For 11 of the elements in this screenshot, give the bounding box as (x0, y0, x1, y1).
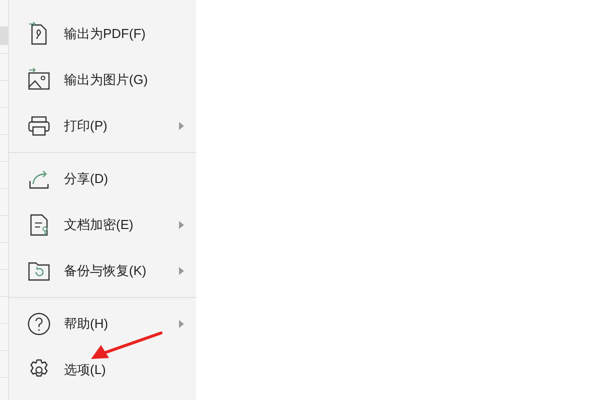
printer-icon (27, 114, 51, 138)
menu-item[interactable]: 帮助(H) (9, 301, 196, 347)
menu-item[interactable]: 选项(L) (9, 347, 196, 393)
help-icon (27, 312, 51, 336)
menu-item[interactable]: 输出为PDF(F) (9, 11, 196, 57)
menu-item[interactable]: 文档加密(E) (9, 202, 196, 248)
menu-item[interactable]: 输出为图片(G) (9, 57, 196, 103)
export-image-icon (27, 68, 51, 92)
menu-item[interactable]: 分享(D) (9, 156, 196, 202)
menu-item[interactable]: 备份与恢复(K) (9, 248, 196, 294)
menu-item[interactable]: 打印(P) (9, 103, 196, 149)
